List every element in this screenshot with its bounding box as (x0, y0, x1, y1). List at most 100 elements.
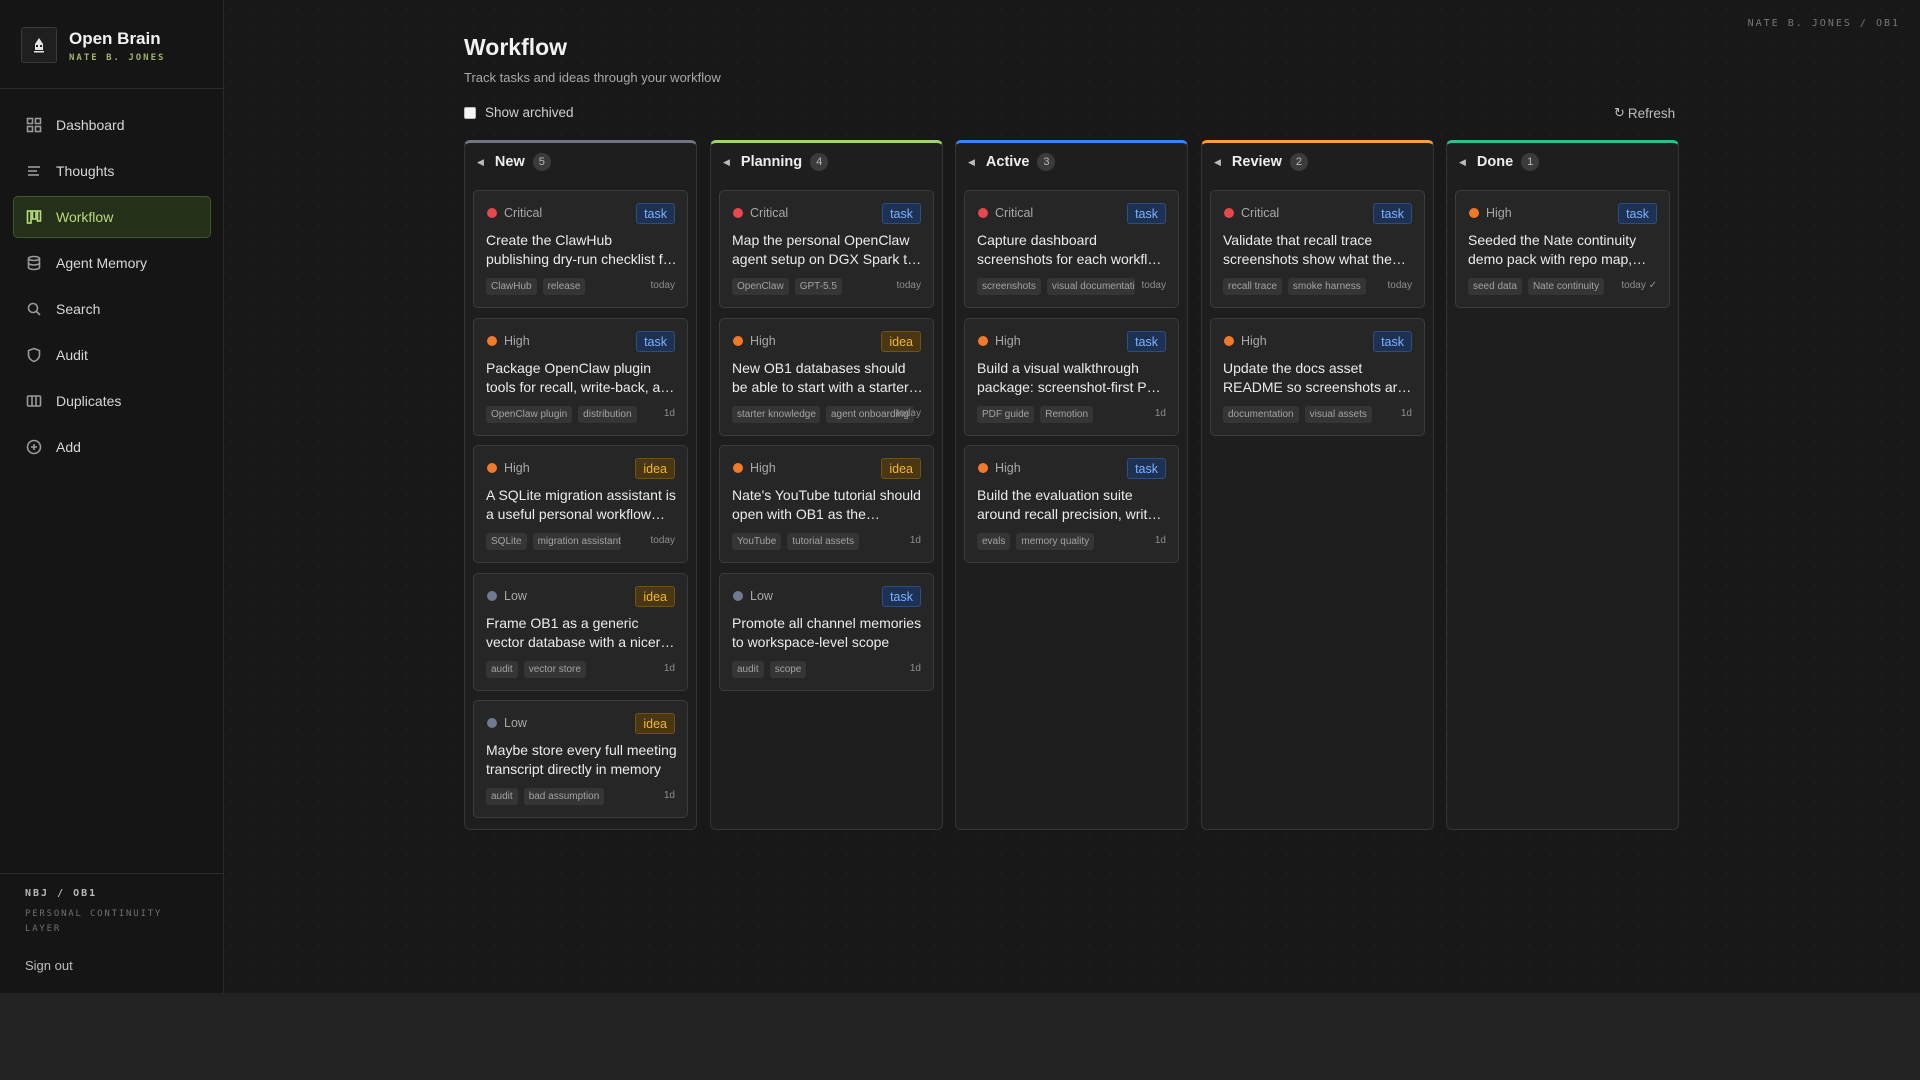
workflow-card[interactable]: High idea A SQLite migration assistant is … (473, 445, 688, 563)
sidebar-item-search[interactable]: Search (13, 288, 211, 330)
sidebar-item-label: Add (56, 439, 81, 455)
priority-indicator: High (733, 334, 776, 348)
show-archived-label: Show archived (485, 105, 574, 120)
priority-label: High (995, 461, 1021, 475)
priority-dot-icon (733, 591, 743, 601)
tag-chip: evals (977, 533, 1011, 550)
priority-dot-icon (733, 208, 743, 218)
sidebar-item-label: Thoughts (56, 163, 115, 179)
tag-list: OpenClaw plugin distribution (486, 406, 643, 423)
sidebar-item-thoughts[interactable]: Thoughts (13, 150, 211, 192)
tag-chip: release (542, 278, 586, 295)
tag-list: recall trace smoke harness (1223, 278, 1372, 295)
card-date: today (1141, 280, 1166, 291)
sidebar-item-agent-memory[interactable]: Agent Memory (13, 242, 211, 284)
workflow-card[interactable]: Critical task Validate that recall trace s… (1210, 190, 1425, 308)
brand-title: Open Brain (69, 29, 161, 48)
workflow-card[interactable]: Low idea Maybe store every full meeting tr… (473, 700, 688, 818)
collapse-chevron-icon[interactable]: ◀ (1459, 157, 1466, 168)
show-archived-checkbox[interactable] (464, 106, 476, 119)
priority-indicator: High (978, 334, 1021, 348)
priority-indicator: High (733, 461, 776, 475)
type-badge: task (1127, 458, 1166, 479)
priority-indicator: High (487, 461, 530, 475)
workflow-card[interactable]: High task Build the evaluation suite aroun… (964, 445, 1179, 563)
sidebar-item-dashboard[interactable]: Dashboard (13, 104, 211, 146)
workflow-card[interactable]: High idea Nate's YouTube tutorial should o… (719, 445, 934, 563)
card-title: Frame OB1 as a generic vector database w… (486, 614, 678, 652)
column-count-badge: 2 (1289, 153, 1308, 171)
brand-header: Open Brain NATE B. JONES (0, 0, 223, 89)
priority-dot-icon (487, 208, 497, 218)
card-date: today ✓ (1621, 280, 1657, 291)
show-archived-toggle[interactable]: Show archived (464, 105, 574, 120)
tag-chip: starter knowledge (732, 406, 820, 423)
priority-dot-icon (978, 463, 988, 473)
tag-chip: scope (769, 661, 807, 678)
workflow-card[interactable]: High idea New OB1 databases should be able… (719, 318, 934, 436)
card-date: 1d (1400, 408, 1412, 419)
card-title: Seeded the Nate continuity demo pack wit… (1468, 231, 1660, 269)
card-title: A SQLite migration assistant is a useful… (486, 486, 678, 524)
workflow-card[interactable]: Critical task Map the personal OpenClaw ag… (719, 190, 934, 308)
sidebar-item-label: Agent Memory (56, 255, 148, 271)
card-title-text: Build a visual walkthrough package: scre… (977, 360, 1166, 395)
tag-list: audit scope (732, 661, 812, 678)
workflow-card[interactable]: Low idea Frame OB1 as a generic vector dat… (473, 573, 688, 691)
column-header: ◀ New 5 (465, 143, 696, 181)
workflow-card[interactable]: Critical task Create the ClawHub publishin… (473, 190, 688, 308)
tag-chip: vector store (523, 661, 586, 678)
sidebar-footer: NBJ / OB1 PERSONAL CONTINUITY LAYER (0, 873, 223, 951)
priority-indicator: High (978, 461, 1021, 475)
workflow-card[interactable]: High task Update the docs asset README so … (1210, 318, 1425, 436)
column-title: New (494, 154, 525, 170)
tag-list: OpenClaw GPT-5.5 (732, 278, 848, 295)
card-title-text: Build the evaluation suite around recall… (977, 487, 1160, 522)
collapse-chevron-icon[interactable]: ◀ (968, 157, 975, 168)
card-date: 1d (663, 663, 675, 674)
tag-list: PDF guide Remotion (977, 406, 1099, 423)
tag-chip: distribution (578, 406, 637, 423)
tag-chip: ClawHub (486, 278, 537, 295)
type-badge: idea (881, 458, 921, 479)
workflow-card[interactable]: High task Seeded the Nate continuity demo … (1455, 190, 1670, 308)
workflow-card[interactable]: High task Package OpenClaw plugin tools fo… (473, 318, 688, 436)
tag-chip: screenshots (977, 278, 1041, 295)
priority-indicator: Low (487, 589, 527, 603)
type-badge: task (882, 586, 921, 607)
priority-indicator: Critical (487, 206, 542, 220)
card-date: today (650, 280, 675, 291)
priority-indicator: Critical (1224, 206, 1279, 220)
column-header: ◀ Review 2 (1202, 143, 1433, 181)
column-header: ◀ Done 1 (1447, 143, 1678, 181)
kanban-icon (26, 210, 42, 224)
workflow-card[interactable]: Critical task Capture dashboard screenshot… (964, 190, 1179, 308)
tag-chip: migration assistant (532, 533, 621, 550)
card-title: Capture dashboard screenshots for each w… (977, 231, 1169, 269)
sidebar-item-label: Dashboard (56, 117, 125, 133)
priority-label: Critical (995, 206, 1034, 220)
tag-chip: Remotion (1040, 406, 1094, 423)
sidebar-nav: Dashboard Thoughts Workflow Agent Memory… (13, 104, 211, 472)
sidebar-item-add[interactable]: Add (13, 426, 211, 468)
workflow-card[interactable]: Low task Promote all channel memories to w… (719, 573, 934, 691)
collapse-chevron-icon[interactable]: ◀ (1214, 157, 1221, 168)
collapse-chevron-icon[interactable]: ◀ (477, 157, 484, 168)
tag-chip: SQLite (486, 533, 527, 550)
tag-list: seed data Nate continuity (1468, 278, 1610, 295)
page-title: Workflow (464, 34, 568, 60)
collapse-chevron-icon[interactable]: ◀ (723, 157, 730, 168)
sign-out-link[interactable]: Sign out (25, 958, 73, 973)
tag-list: evals memory quality (977, 533, 1100, 550)
sidebar-item-audit[interactable]: Audit (13, 334, 211, 376)
tag-chip: seed data (1468, 278, 1522, 295)
refresh-button[interactable]: ↻ Refresh (1614, 105, 1675, 121)
priority-dot-icon (487, 591, 497, 601)
sidebar-item-workflow[interactable]: Workflow (13, 196, 211, 238)
tag-chip: YouTube (732, 533, 782, 550)
sidebar-item-duplicates[interactable]: Duplicates (13, 380, 211, 422)
priority-dot-icon (1224, 336, 1234, 346)
workflow-card[interactable]: High task Build a visual walkthrough packa… (964, 318, 1179, 436)
card-title-text: Update the docs asset README so screensh… (1223, 360, 1406, 395)
card-date: today (896, 280, 921, 291)
